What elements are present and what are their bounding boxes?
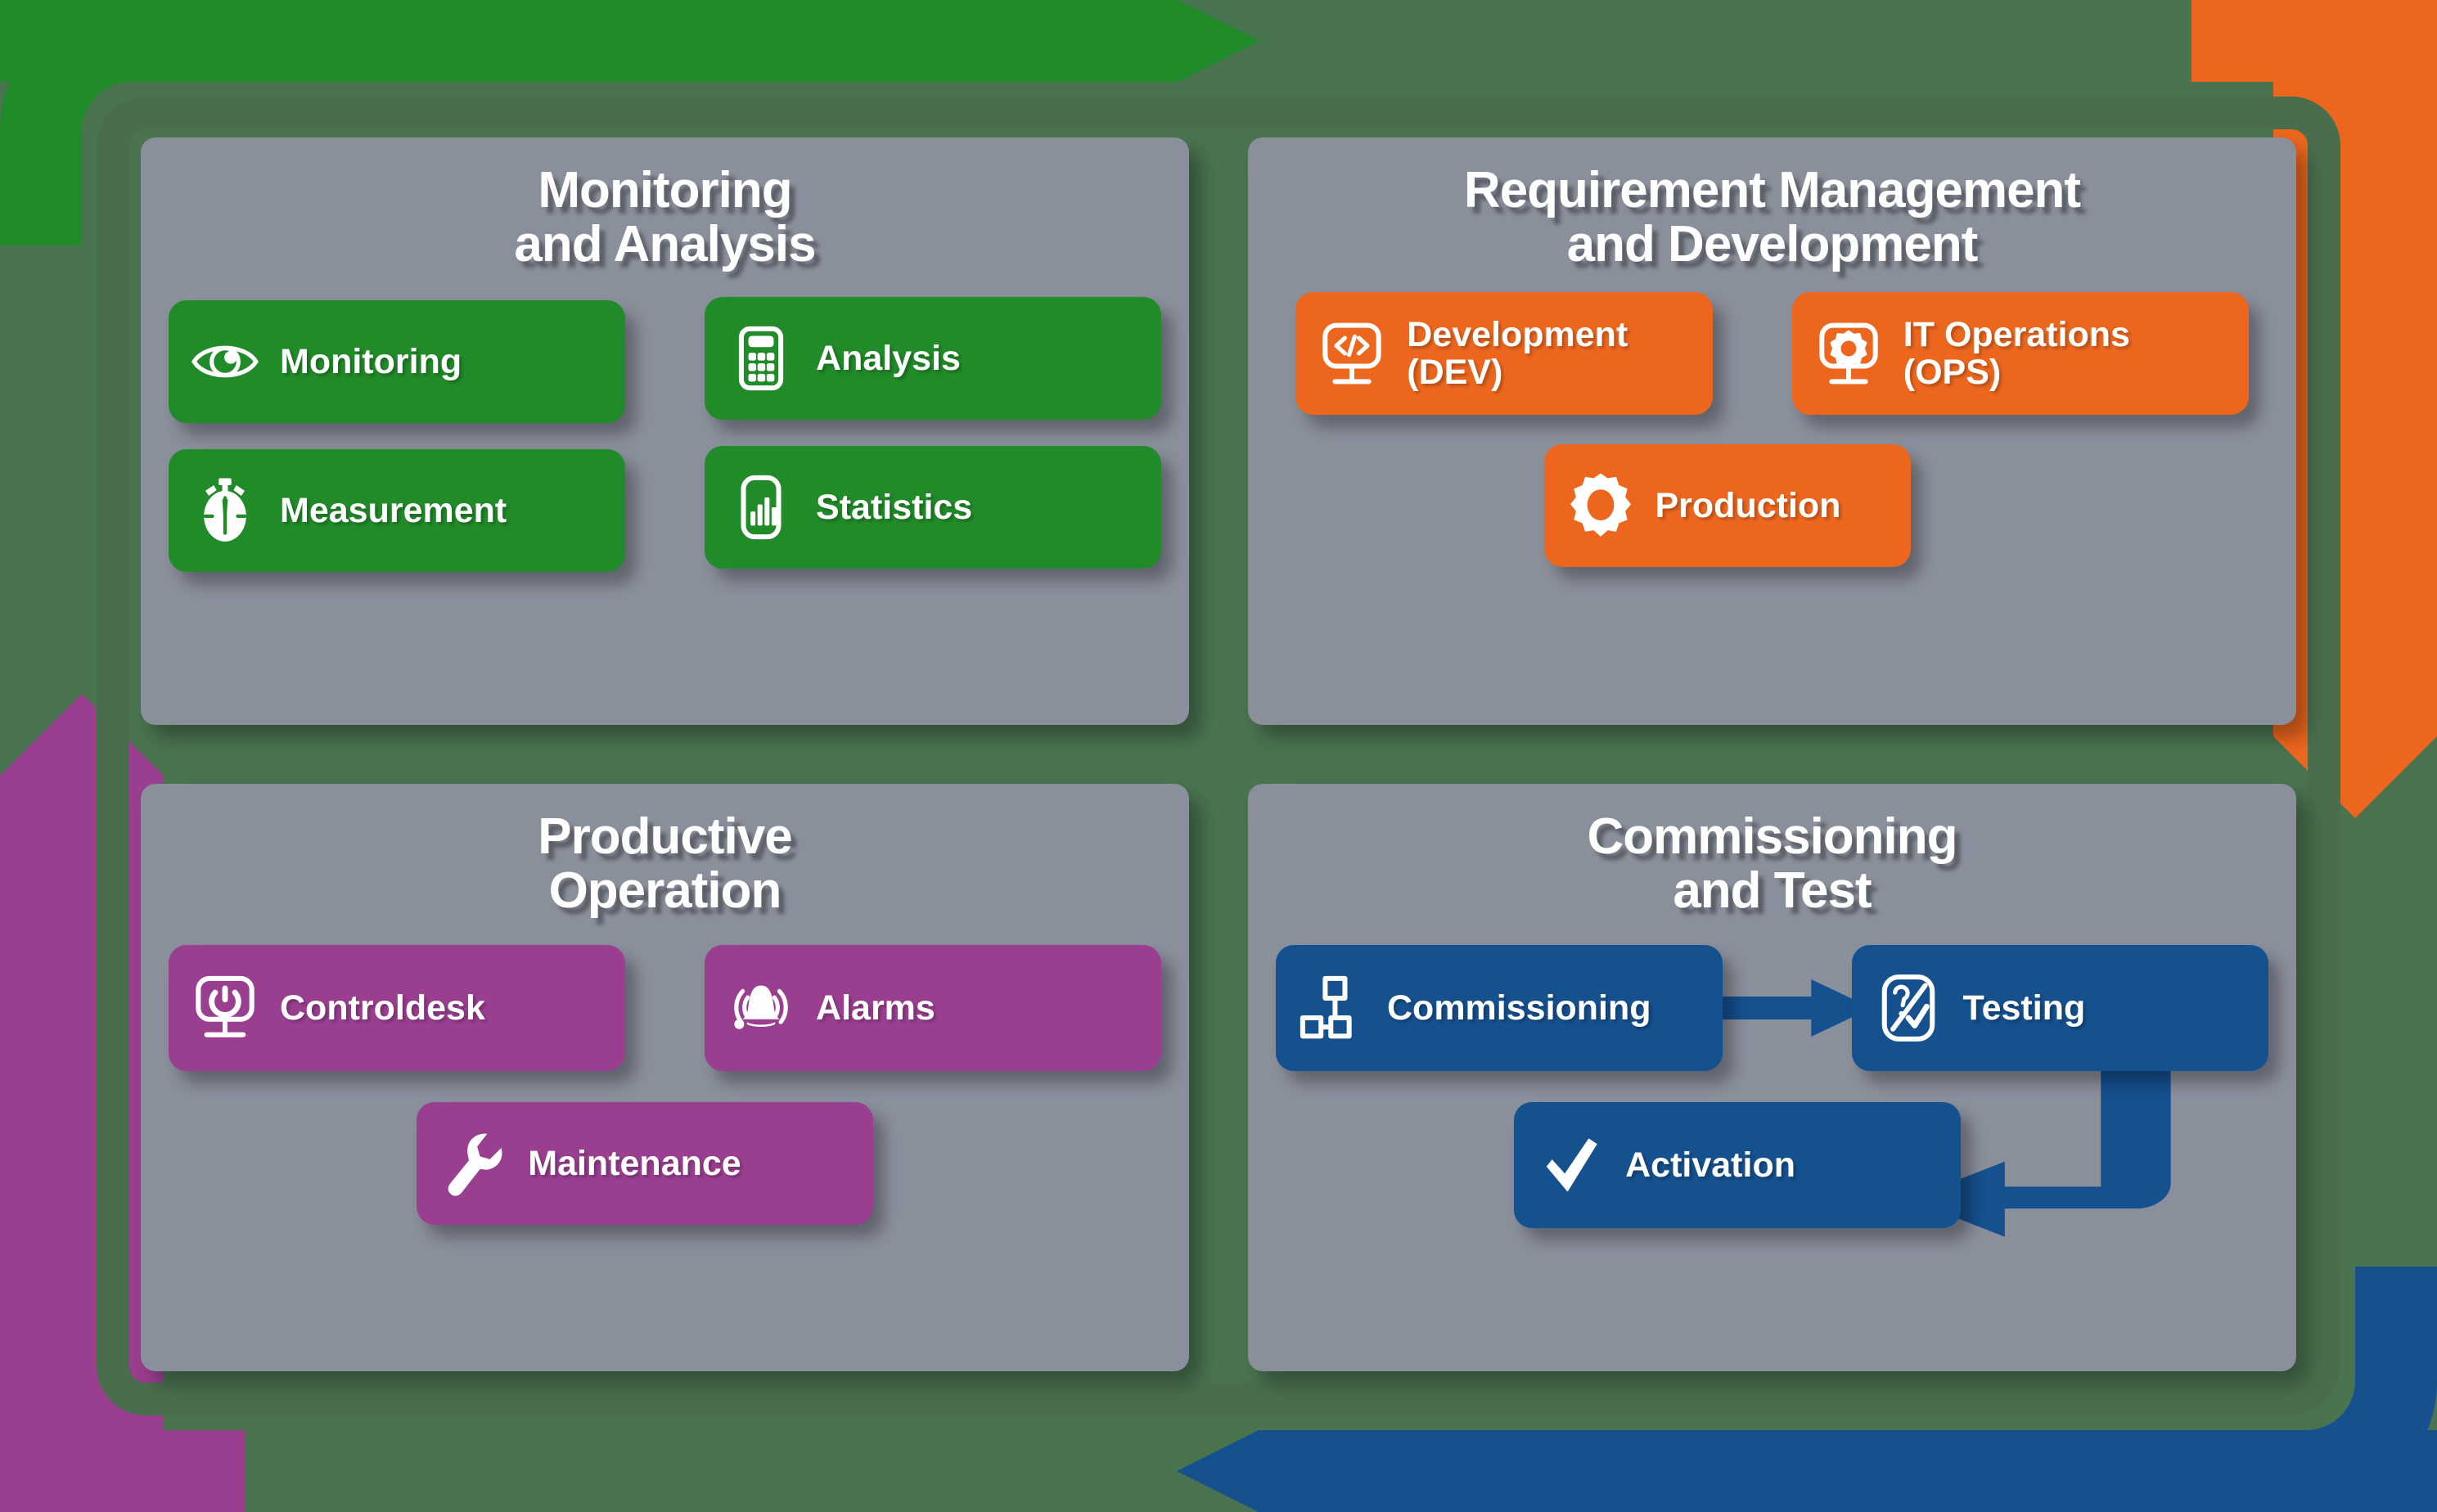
panel-title: Productive Operation xyxy=(538,808,792,919)
tile-analysis[interactable]: Analysis xyxy=(705,297,1161,421)
tile-label: Maintenance xyxy=(528,1144,741,1184)
tile-group: Commissioning Testing Activation xyxy=(1276,938,2268,1347)
tile-label: Alarms xyxy=(816,988,935,1028)
panel-title: Monitoring and Analysis xyxy=(514,162,816,272)
calculator-icon xyxy=(726,323,796,394)
stopwatch-icon xyxy=(190,475,260,546)
sitemap-icon xyxy=(1297,973,1367,1043)
code-monitor-icon xyxy=(1317,318,1387,389)
panel-commissioning-and-test: Commissioning and Test Commissioning Tes… xyxy=(1248,784,2296,1371)
flow-arrow-commissioning-to-testing xyxy=(1712,979,1872,1037)
tile-measurement[interactable]: Measurement xyxy=(169,449,625,573)
tile-group: Monitoring Analysis Measurement Statisti… xyxy=(169,292,1161,700)
gear-monitor-icon xyxy=(1813,318,1884,389)
tile-label: Activation xyxy=(1625,1145,1795,1186)
panel-productive-operation: Productive Operation Controldesk Alarms … xyxy=(141,784,1189,1371)
question-check-icon xyxy=(1873,973,1944,1043)
cycle-arrow-top xyxy=(0,0,1260,82)
quadrant-grid: Monitoring and Analysis Monitoring Analy… xyxy=(141,137,2296,1371)
tile-label: Testing xyxy=(1962,988,2086,1028)
cycle-arrow-bottom xyxy=(1177,1430,2437,1512)
tile-label: Measurement xyxy=(280,491,507,531)
tile-label: Production xyxy=(1655,486,1841,526)
tile-label: Development (DEV) xyxy=(1407,315,1628,393)
diagram-canvas: Monitoring and Analysis Monitoring Analy… xyxy=(0,0,2437,1512)
tile-it-operations-ops[interactable]: IT Operations (OPS) xyxy=(1791,292,2249,416)
tile-label: Monitoring xyxy=(280,342,462,382)
wrench-icon xyxy=(438,1128,508,1199)
tile-statistics[interactable]: Statistics xyxy=(705,446,1161,569)
tile-label: Analysis xyxy=(816,339,961,379)
tile-monitoring[interactable]: Monitoring xyxy=(169,300,625,424)
tile-maintenance[interactable]: Maintenance xyxy=(417,1102,874,1226)
gear-icon xyxy=(1565,470,1636,541)
tile-activation[interactable]: Activation xyxy=(1514,1102,1961,1229)
tile-development-dev[interactable]: Development (DEV) xyxy=(1295,292,1713,416)
tile-controldesk[interactable]: Controldesk xyxy=(169,945,625,1072)
panel-monitoring-and-analysis: Monitoring and Analysis Monitoring Analy… xyxy=(141,137,1189,725)
tile-label: Controldesk xyxy=(280,988,485,1028)
bell-icon xyxy=(726,973,796,1043)
tile-group: Controldesk Alarms Maintenance xyxy=(169,938,1161,1347)
checkmark-icon xyxy=(1535,1130,1606,1200)
tile-production[interactable]: Production xyxy=(1543,444,1912,568)
panel-title: Commissioning and Test xyxy=(1587,808,1957,919)
power-monitor-icon xyxy=(190,973,260,1043)
panel-title: Requirement Management and Development xyxy=(1463,162,2081,272)
tile-label: IT Operations (OPS) xyxy=(1903,315,2130,393)
bar-chart-icon xyxy=(726,472,796,542)
tile-commissioning[interactable]: Commissioning xyxy=(1276,945,1723,1072)
tile-testing[interactable]: Testing xyxy=(1851,945,2268,1072)
tile-label: Commissioning xyxy=(1387,988,1651,1028)
eye-icon xyxy=(190,326,260,397)
tile-alarms[interactable]: Alarms xyxy=(705,945,1161,1072)
tile-group: Development (DEV) IT Operations (OPS) Pr… xyxy=(1276,292,2268,700)
tile-label: Statistics xyxy=(816,488,973,528)
panel-requirement-management-and-development: Requirement Management and Development D… xyxy=(1248,137,2296,725)
